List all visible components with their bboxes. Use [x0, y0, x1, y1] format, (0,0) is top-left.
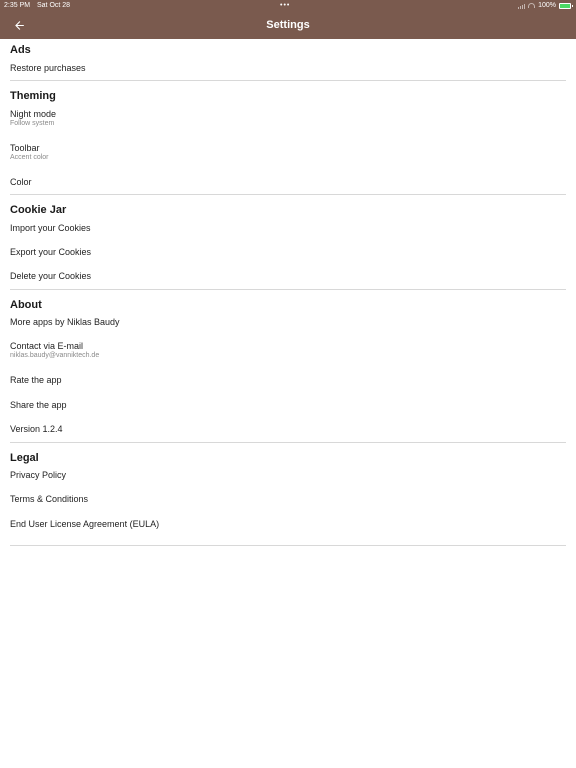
- item-label: Rate the app: [10, 375, 62, 385]
- item-subtitle: niklas.baudy@vanniktech.de: [10, 352, 100, 359]
- divider: [10, 194, 566, 195]
- item-label: More apps by Niklas Baudy: [10, 317, 120, 327]
- battery-icon: [559, 2, 573, 9]
- restore-purchases-item[interactable]: Restore purchases: [10, 63, 566, 73]
- version-item[interactable]: Version 1.2.4: [10, 424, 566, 434]
- status-time: 2:35 PM: [4, 2, 31, 9]
- divider: [10, 442, 566, 443]
- item-label: Terms & Conditions: [10, 494, 89, 504]
- rate-app-item[interactable]: Rate the app: [10, 375, 566, 385]
- status-date: Sat Oct 28: [37, 2, 71, 9]
- item-label: Export your Cookies: [10, 247, 92, 257]
- delete-cookies-item[interactable]: Delete your Cookies: [10, 271, 566, 281]
- item-label: Toolbar: [10, 143, 40, 153]
- multitask-dots-icon: •••: [280, 2, 291, 9]
- section-title-theming: Theming: [10, 90, 56, 102]
- terms-conditions-item[interactable]: Terms & Conditions: [10, 494, 566, 504]
- item-label: Restore purchases: [10, 63, 86, 73]
- battery-percent: 100%: [538, 2, 556, 9]
- section-title-ads: Ads: [10, 44, 31, 56]
- color-item[interactable]: Color: [10, 177, 566, 187]
- import-cookies-item[interactable]: Import your Cookies: [10, 223, 566, 233]
- signal-icon: [518, 3, 526, 9]
- item-subtitle: Accent color: [10, 154, 49, 161]
- item-label: Version 1.2.4: [10, 424, 63, 434]
- wifi-icon: [528, 3, 536, 8]
- section-title-legal: Legal: [10, 452, 39, 464]
- status-right: 100%: [518, 0, 573, 11]
- item-subtitle: Follow system: [10, 120, 55, 127]
- app-bar: Settings: [0, 11, 576, 39]
- item-label: Share the app: [10, 400, 67, 410]
- share-app-item[interactable]: Share the app: [10, 400, 566, 410]
- item-label: End User License Agreement (EULA): [10, 519, 160, 529]
- export-cookies-item[interactable]: Export your Cookies: [10, 247, 566, 257]
- item-label: Import your Cookies: [10, 223, 91, 233]
- item-label: Contact via E-mail: [10, 341, 84, 351]
- item-label: Color: [10, 177, 32, 187]
- more-apps-item[interactable]: More apps by Niklas Baudy: [10, 317, 566, 327]
- divider: [10, 80, 566, 81]
- page-title: Settings: [266, 19, 310, 31]
- item-label: Privacy Policy: [10, 470, 67, 480]
- item-label: Night mode: [10, 109, 57, 119]
- night-mode-item[interactable]: Night mode Follow system: [10, 109, 566, 127]
- item-label: Delete your Cookies: [10, 271, 92, 281]
- section-title-cookie-jar: Cookie Jar: [10, 204, 67, 216]
- divider: [10, 545, 566, 546]
- privacy-policy-item[interactable]: Privacy Policy: [10, 470, 566, 480]
- section-title-about: About: [10, 299, 42, 311]
- status-bar: 2:35 PM Sat Oct 28 ••• 100%: [0, 0, 576, 11]
- toolbar-item[interactable]: Toolbar Accent color: [10, 143, 566, 161]
- divider: [10, 289, 566, 290]
- eula-item[interactable]: End User License Agreement (EULA): [10, 519, 566, 529]
- contact-email-item[interactable]: Contact via E-mail niklas.baudy@vannikte…: [10, 341, 566, 359]
